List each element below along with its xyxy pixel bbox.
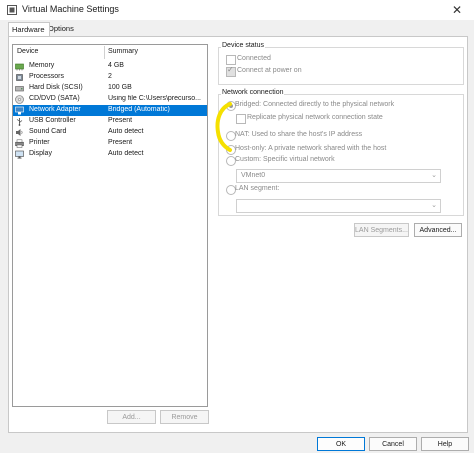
device-name: Printer — [29, 139, 50, 146]
nat-label: NAT: Used to share the host's IP address — [235, 131, 363, 138]
processor-icon — [16, 74, 23, 81]
connected-label: Connected — [237, 55, 271, 62]
device-summary: 100 GB — [108, 84, 132, 91]
window-title: Virtual Machine Settings — [22, 4, 119, 14]
display-icon — [15, 150, 24, 159]
device-name: USB Controller — [29, 117, 76, 124]
connect-at-power-on-checkbox[interactable]: ✓ — [226, 65, 236, 77]
device-row-display[interactable]: Display Auto detect — [13, 149, 207, 160]
chevron-down-icon: ⌄ — [431, 172, 437, 179]
replicate-state-checkbox[interactable] — [236, 114, 246, 124]
device-summary: Auto detect — [108, 128, 144, 135]
network-connection-legend: Network connection — [221, 89, 285, 96]
device-summary: Auto detect — [108, 150, 144, 157]
device-name: Display — [29, 150, 52, 157]
device-summary: Bridged (Automatic) — [108, 106, 170, 113]
device-summary: Present — [108, 117, 133, 124]
close-icon[interactable]: ✕ — [446, 2, 468, 18]
device-list[interactable]: Device Summary Memory 4 GB Processors 2 … — [12, 44, 208, 407]
device-name: Network Adapter — [29, 106, 81, 113]
device-row-usb-controller[interactable]: USB Controller Present — [13, 116, 207, 127]
device-name: CD/DVD (SATA) — [29, 95, 80, 102]
tab-options[interactable]: Options — [45, 22, 79, 35]
device-row-network-adapter[interactable]: Network Adapter Bridged (Automatic) — [13, 105, 207, 116]
bridged-label: Bridged: Connected directly to the physi… — [235, 101, 395, 108]
remove-device-button[interactable]: Remove — [160, 410, 209, 424]
sound-card-icon — [16, 129, 23, 136]
usb-icon — [16, 118, 23, 126]
title-bar: Virtual Machine Settings ✕ — [0, 0, 474, 20]
checkmark-icon: ✓ — [227, 65, 234, 74]
device-row-processors[interactable]: Processors 2 — [13, 72, 207, 83]
device-name: Processors — [29, 73, 65, 80]
column-header-summary[interactable]: Summary — [108, 48, 138, 55]
memory-icon — [15, 63, 24, 71]
custom-label: Custom: Specific virtual network — [235, 156, 335, 163]
device-name: Memory — [29, 62, 55, 69]
column-divider[interactable] — [104, 46, 105, 59]
lan-segment-dropdown[interactable]: ⌄ — [236, 199, 441, 213]
device-row-printer[interactable]: Printer Present — [13, 138, 207, 149]
replicate-state-label: Replicate physical network connection st… — [247, 114, 383, 121]
custom-network-value: VMnet0 — [241, 172, 266, 179]
device-row-cd-dvd[interactable]: CD/DVD (SATA) Using file C:\Users\precur… — [13, 94, 207, 105]
chevron-down-icon: ⌄ — [431, 202, 437, 209]
network-connection-group — [218, 94, 464, 216]
app-icon — [7, 5, 17, 15]
add-device-button[interactable]: Add... — [107, 410, 156, 424]
device-summary: 4 GB — [108, 62, 124, 69]
connect-at-power-on-label: Connect at power on — [237, 67, 302, 74]
device-name: Sound Card — [29, 128, 67, 135]
cd-dvd-icon — [15, 95, 24, 104]
device-row-hard-disk[interactable]: Hard Disk (SCSI) 100 GB — [13, 83, 207, 94]
custom-network-dropdown[interactable]: VMnet0 ⌄ — [236, 169, 441, 183]
device-summary: 2 — [108, 73, 112, 80]
tab-hardware[interactable]: Hardware — [8, 22, 50, 36]
column-header-device[interactable]: Device — [17, 48, 38, 55]
device-summary: Present — [108, 139, 133, 146]
cancel-button[interactable]: Cancel — [369, 437, 417, 451]
help-button[interactable]: Help — [421, 437, 469, 451]
device-row-sound-card[interactable]: Sound Card Auto detect — [13, 127, 207, 138]
device-status-legend: Device status — [221, 42, 266, 49]
device-status-group — [218, 47, 464, 85]
yellow-annotation-mark — [215, 102, 232, 152]
device-summary: Using file C:\Users\precurso... — [108, 95, 201, 102]
connected-checkbox[interactable] — [226, 55, 236, 65]
hard-disk-icon — [15, 86, 24, 92]
host-only-label: Host-only: A private network shared with… — [235, 145, 387, 152]
advanced-button[interactable]: Advanced... — [414, 223, 462, 237]
printer-icon — [15, 139, 24, 148]
network-adapter-icon — [15, 106, 24, 115]
lan-segment-label: LAN segment: — [235, 185, 280, 192]
device-row-memory[interactable]: Memory 4 GB — [13, 61, 207, 72]
device-name: Hard Disk (SCSI) — [29, 84, 83, 91]
ok-button[interactable]: OK — [317, 437, 365, 451]
lan-segments-button[interactable]: LAN Segments... — [354, 223, 409, 237]
